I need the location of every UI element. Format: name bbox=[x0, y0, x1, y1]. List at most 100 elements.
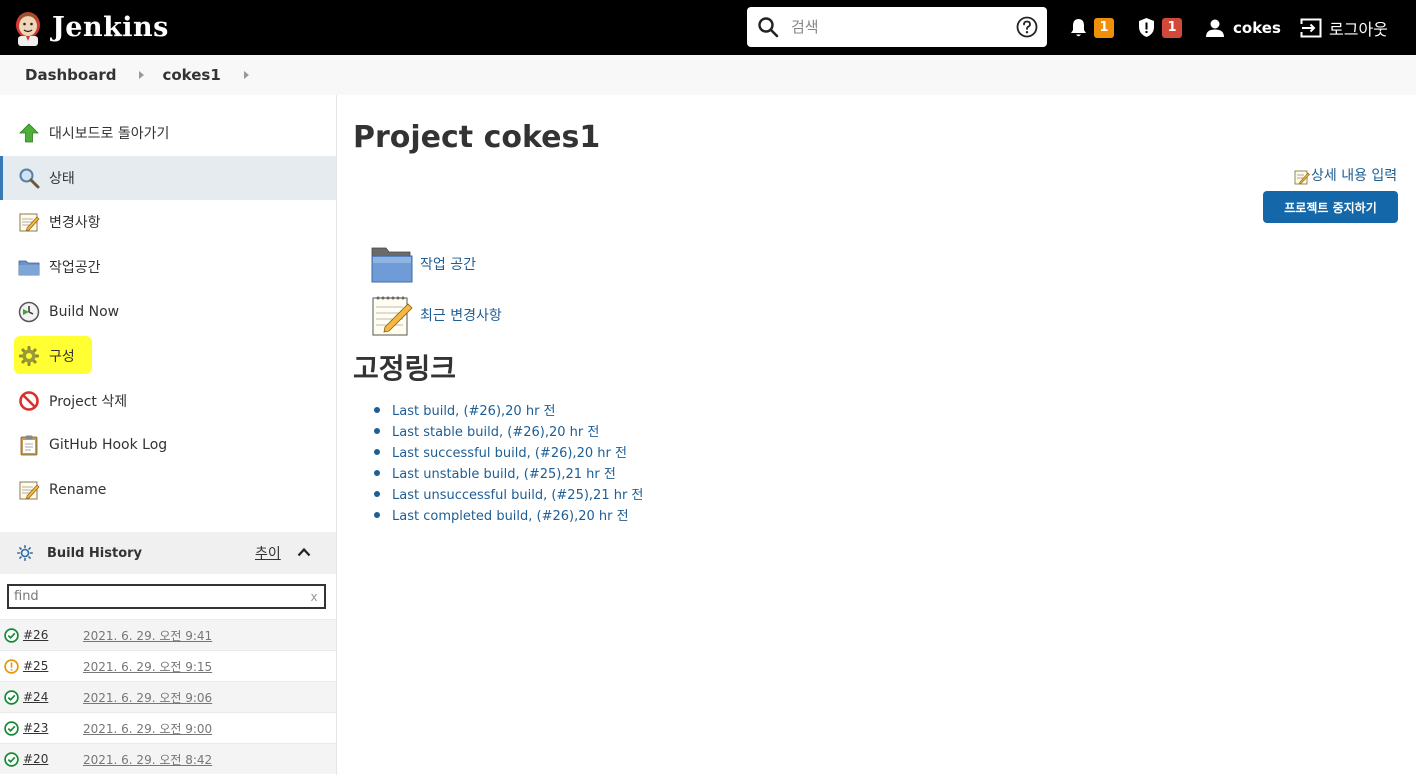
workspace-link[interactable]: 작업 공간 bbox=[370, 242, 476, 286]
search-icon bbox=[758, 17, 779, 38]
edit-note-icon bbox=[1294, 170, 1310, 185]
edit-description-link[interactable]: 상세 내용 입력 bbox=[1294, 165, 1397, 185]
app-name: Jenkins bbox=[52, 12, 169, 43]
permalink-item: Last unstable build, (#25),21 hr 전 bbox=[374, 462, 643, 483]
task-status[interactable]: 상태 bbox=[0, 155, 336, 201]
build-date-link[interactable]: 2021. 6. 29. 오전 8:42 bbox=[83, 751, 212, 768]
task-build-now[interactable]: Build Now bbox=[0, 289, 336, 334]
search-input[interactable] bbox=[791, 12, 1016, 42]
build-date-link[interactable]: 2021. 6. 29. 오전 9:00 bbox=[83, 720, 212, 737]
build-history-sun-icon bbox=[17, 545, 33, 561]
task-label: 대시보드로 돌아가기 bbox=[49, 126, 170, 143]
no-entry-icon bbox=[19, 391, 39, 411]
page-title: Project cokes1 bbox=[353, 120, 601, 155]
breadcrumb-dashboard[interactable]: Dashboard bbox=[25, 66, 116, 84]
success-check-icon bbox=[4, 751, 19, 767]
task-changes[interactable]: 변경사항 bbox=[0, 200, 336, 245]
sidebar: 대시보드로 돌아가기 상태 변경사항 작업공간 Build Now 구성 Pro… bbox=[0, 95, 337, 775]
permalink-item: Last completed build, (#26),20 hr 전 bbox=[374, 504, 643, 525]
permalink-item: Last unsuccessful build, (#25),21 hr 전 bbox=[374, 483, 643, 504]
build-row: #25 2021. 6. 29. 오전 9:15 bbox=[0, 650, 336, 681]
notifications-badge: 1 bbox=[1094, 17, 1114, 38]
build-row: #26 2021. 6. 29. 오전 9:41 bbox=[0, 619, 336, 650]
build-row: #20 2021. 6. 29. 오전 8:42 bbox=[0, 743, 336, 774]
edit-description-label: 상세 내용 입력 bbox=[1311, 168, 1398, 184]
chevron-right-icon[interactable] bbox=[243, 71, 249, 79]
breadcrumb-cokes1[interactable]: cokes1 bbox=[162, 66, 220, 84]
help-icon[interactable] bbox=[1016, 16, 1038, 38]
task-label: Build Now bbox=[49, 303, 120, 320]
build-row: #24 2021. 6. 29. 오전 9:06 bbox=[0, 681, 336, 712]
build-number-link[interactable]: #20 bbox=[23, 752, 83, 766]
user-icon bbox=[1206, 19, 1224, 37]
logout-button[interactable]: 로그아웃 bbox=[1300, 0, 1388, 55]
clipboard-icon bbox=[20, 435, 38, 456]
task-delete-project[interactable]: Project 삭제 bbox=[0, 379, 336, 424]
last-build-link[interactable]: Last build, (#26),20 hr 전 bbox=[392, 400, 556, 419]
disable-project-button[interactable]: 프로젝트 중지하기 bbox=[1263, 191, 1398, 223]
last-unsuccessful-build-link[interactable]: Last unsuccessful build, (#25),21 hr 전 bbox=[392, 484, 643, 503]
success-check-icon bbox=[4, 627, 19, 643]
security-badge: 1 bbox=[1162, 17, 1182, 38]
last-stable-build-link[interactable]: Last stable build, (#26),20 hr 전 bbox=[392, 421, 599, 440]
last-completed-build-link[interactable]: Last completed build, (#26),20 hr 전 bbox=[392, 505, 629, 524]
build-list: #26 2021. 6. 29. 오전 9:41 #25 2021. 6. 29… bbox=[0, 619, 336, 774]
last-successful-build-link[interactable]: Last successful build, (#26),20 hr 전 bbox=[392, 442, 627, 461]
clear-filter-button[interactable]: x bbox=[307, 590, 321, 604]
notifications-button[interactable]: 1 bbox=[1069, 0, 1114, 55]
build-date-link[interactable]: 2021. 6. 29. 오전 9:15 bbox=[83, 658, 212, 675]
build-number-link[interactable]: #23 bbox=[23, 721, 83, 735]
notepad-icon bbox=[372, 296, 413, 336]
magnifier-icon bbox=[19, 168, 40, 189]
build-filter-input[interactable] bbox=[14, 589, 307, 604]
jenkins-home-link[interactable]: Jenkins bbox=[12, 10, 169, 46]
task-workspace[interactable]: 작업공간 bbox=[0, 245, 336, 290]
notepad-icon bbox=[19, 481, 40, 500]
search-box bbox=[747, 7, 1047, 47]
task-label: 상태 bbox=[49, 170, 75, 187]
build-number-link[interactable]: #25 bbox=[23, 659, 83, 673]
top-bar: Jenkins 1 1 cokes bbox=[0, 0, 1416, 55]
folder-icon bbox=[371, 247, 413, 283]
success-check-icon bbox=[4, 689, 19, 705]
recent-changes-link[interactable]: 최근 변경사항 bbox=[370, 293, 502, 337]
up-arrow-icon bbox=[19, 123, 39, 143]
task-back-to-dashboard[interactable]: 대시보드로 돌아가기 bbox=[0, 111, 336, 156]
security-button[interactable]: 1 bbox=[1137, 0, 1182, 55]
task-configure[interactable]: 구성 bbox=[0, 334, 336, 379]
jenkins-logo-icon bbox=[16, 11, 40, 46]
task-label: 변경사항 bbox=[49, 215, 101, 232]
chevron-right-icon[interactable] bbox=[139, 71, 145, 79]
build-date-link[interactable]: 2021. 6. 29. 오전 9:41 bbox=[83, 627, 212, 644]
user-menu[interactable]: cokes bbox=[1205, 0, 1281, 55]
task-label: Rename bbox=[49, 482, 107, 499]
build-number-link[interactable]: #26 bbox=[23, 628, 83, 642]
build-date-link[interactable]: 2021. 6. 29. 오전 9:06 bbox=[83, 689, 212, 706]
build-history-header: Build History 추이 bbox=[0, 532, 336, 574]
main-panel: Project cokes1 상세 내용 입력 프로젝트 중지하기 작업 공간 bbox=[337, 95, 1416, 775]
task-rename[interactable]: Rename bbox=[0, 468, 336, 513]
folder-icon bbox=[18, 260, 40, 276]
permalink-item: Last build, (#26),20 hr 전 bbox=[374, 399, 643, 420]
build-row: #23 2021. 6. 29. 오전 9:00 bbox=[0, 712, 336, 743]
gear-icon bbox=[19, 346, 39, 367]
permalinks-list: Last build, (#26),20 hr 전 Last stable bu… bbox=[374, 399, 643, 525]
bell-icon bbox=[1071, 18, 1086, 36]
breadcrumb: Dashboard cokes1 bbox=[0, 55, 1416, 95]
logout-icon bbox=[1300, 18, 1322, 37]
task-github-hook-log[interactable]: GitHub Hook Log bbox=[0, 423, 336, 468]
clock-play-icon bbox=[18, 301, 40, 322]
permalinks-heading: 고정링크 bbox=[353, 352, 457, 385]
permalink-item: Last successful build, (#26),20 hr 전 bbox=[374, 441, 643, 462]
task-label: Project 삭제 bbox=[49, 393, 128, 410]
build-history-title: Build History bbox=[47, 545, 143, 561]
last-unstable-build-link[interactable]: Last unstable build, (#25),21 hr 전 bbox=[392, 463, 616, 482]
chevron-up-icon[interactable] bbox=[297, 547, 311, 557]
build-filter-box: x bbox=[7, 584, 326, 609]
notepad-icon bbox=[19, 213, 40, 232]
trend-link[interactable]: 추이 bbox=[255, 543, 281, 563]
workspace-link-label: 작업 공간 bbox=[420, 257, 476, 273]
warning-icon bbox=[4, 658, 19, 674]
user-name: cokes bbox=[1233, 18, 1281, 37]
build-number-link[interactable]: #24 bbox=[23, 690, 83, 704]
